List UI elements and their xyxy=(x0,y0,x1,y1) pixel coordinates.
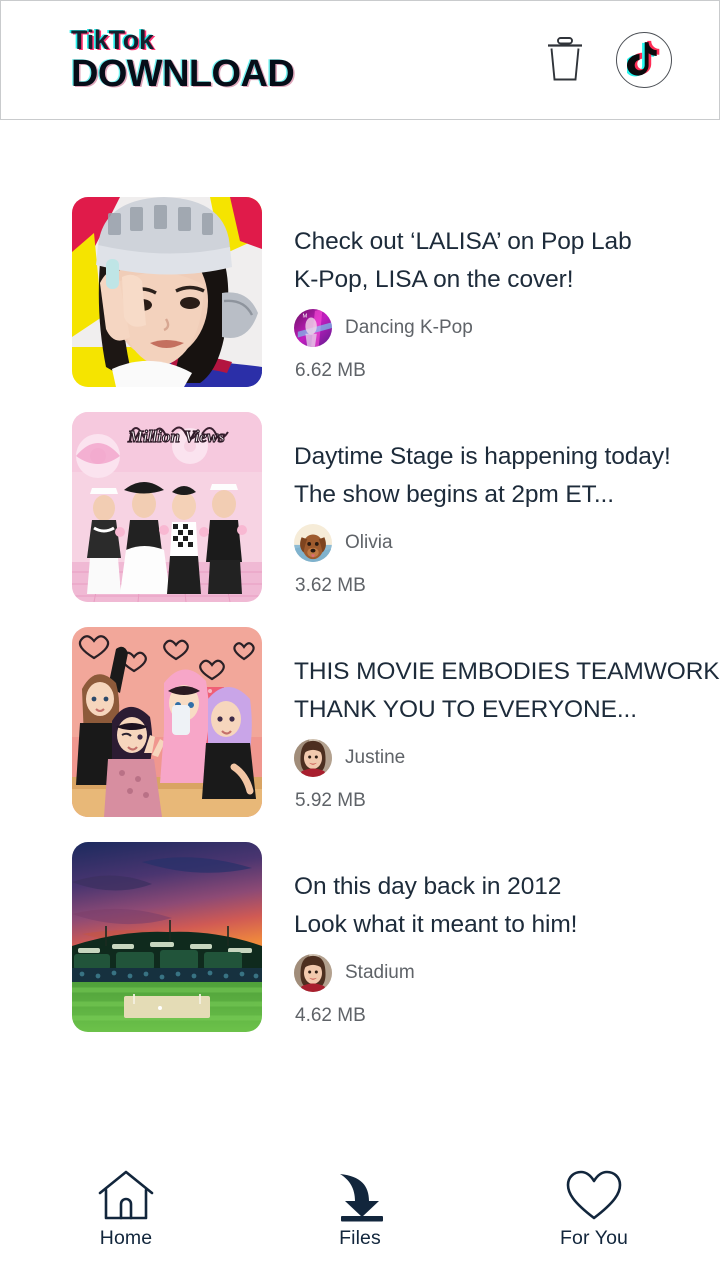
author-name: Stadium xyxy=(345,962,415,983)
author-name: Justine xyxy=(345,747,406,768)
brand-logo-line2: DOWNLOAD xyxy=(71,53,295,95)
author-name: Dancing K-Pop xyxy=(345,317,473,338)
item-title: On this day back in 2012 Look what it me… xyxy=(294,873,578,938)
author-name: Olivia xyxy=(345,532,393,553)
trash-button[interactable] xyxy=(544,35,586,86)
nav-item-files[interactable]: Files xyxy=(285,1171,435,1250)
nav-label-for-you: For You xyxy=(560,1226,628,1249)
list-item[interactable]: Check out ‘LALISA’ on Pop Lab K-Pop, LIS… xyxy=(0,197,720,412)
dancing-kpop-avatar: M xyxy=(294,309,332,347)
brand-logo-line1: TikTok xyxy=(71,25,154,55)
stadium-avatar xyxy=(294,954,332,992)
header-actions xyxy=(544,32,672,88)
app-header: TikTok DOWNLOAD xyxy=(0,0,720,120)
nav-item-for-you[interactable]: For You xyxy=(519,1170,669,1250)
file-size: 3.62 MB xyxy=(295,575,366,596)
item-title: Daytime Stage is happening today! The sh… xyxy=(294,443,671,508)
bottom-nav: Home Files For You xyxy=(0,1150,720,1280)
item-body: On this day back in 2012 Look what it me… xyxy=(262,842,720,1027)
file-size: 6.62 MB xyxy=(295,360,366,381)
animated-girls-thumbnail[interactable] xyxy=(72,627,262,817)
file-size: 4.62 MB xyxy=(295,1005,366,1026)
trash-icon xyxy=(544,35,586,86)
svg-text:Million Views: Million Views xyxy=(127,427,225,446)
olivia-dog-avatar xyxy=(294,524,332,562)
tiktok-logo-icon xyxy=(624,40,661,81)
item-body: THIS MOVIE EMBODIES TEAMWORK THANK YOU T… xyxy=(262,627,720,812)
list-item[interactable]: Million Views Daytime Stage is happening… xyxy=(0,412,720,627)
download-arrow-icon xyxy=(331,1171,389,1221)
nav-label-home: Home xyxy=(99,1226,153,1249)
item-author[interactable]: Olivia xyxy=(294,524,720,562)
heart-icon xyxy=(565,1170,623,1221)
item-author[interactable]: M Dancing K-Pop xyxy=(294,309,720,347)
item-body: Check out ‘LALISA’ on Pop Lab K-Pop, LIS… xyxy=(262,197,720,382)
download-list: Check out ‘LALISA’ on Pop Lab K-Pop, LIS… xyxy=(0,120,720,1057)
justine-avatar xyxy=(294,739,332,777)
item-title: THIS MOVIE EMBODIES TEAMWORK THANK YOU T… xyxy=(294,658,720,723)
million-views-group-thumbnail[interactable]: Million Views xyxy=(72,412,262,602)
nav-label-files: Files xyxy=(339,1226,381,1249)
file-size: 5.92 MB xyxy=(295,790,366,811)
item-body: Daytime Stage is happening today! The sh… xyxy=(262,412,720,597)
brand-logo: TikTok DOWNLOAD xyxy=(71,25,295,95)
stadium-sunset-thumbnail[interactable] xyxy=(72,842,262,1032)
nav-item-home[interactable]: Home xyxy=(51,1170,201,1250)
svg-text:M: M xyxy=(303,314,308,320)
tiktok-logo-button[interactable] xyxy=(616,32,672,88)
home-icon xyxy=(97,1170,155,1221)
lisa-portrait-thumbnail[interactable] xyxy=(72,197,262,387)
item-author[interactable]: Justine xyxy=(294,739,720,777)
list-item[interactable]: THIS MOVIE EMBODIES TEAMWORK THANK YOU T… xyxy=(0,627,720,842)
item-title: Check out ‘LALISA’ on Pop Lab K-Pop, LIS… xyxy=(294,228,632,293)
item-author[interactable]: Stadium xyxy=(294,954,720,992)
list-item[interactable]: On this day back in 2012 Look what it me… xyxy=(0,842,720,1057)
